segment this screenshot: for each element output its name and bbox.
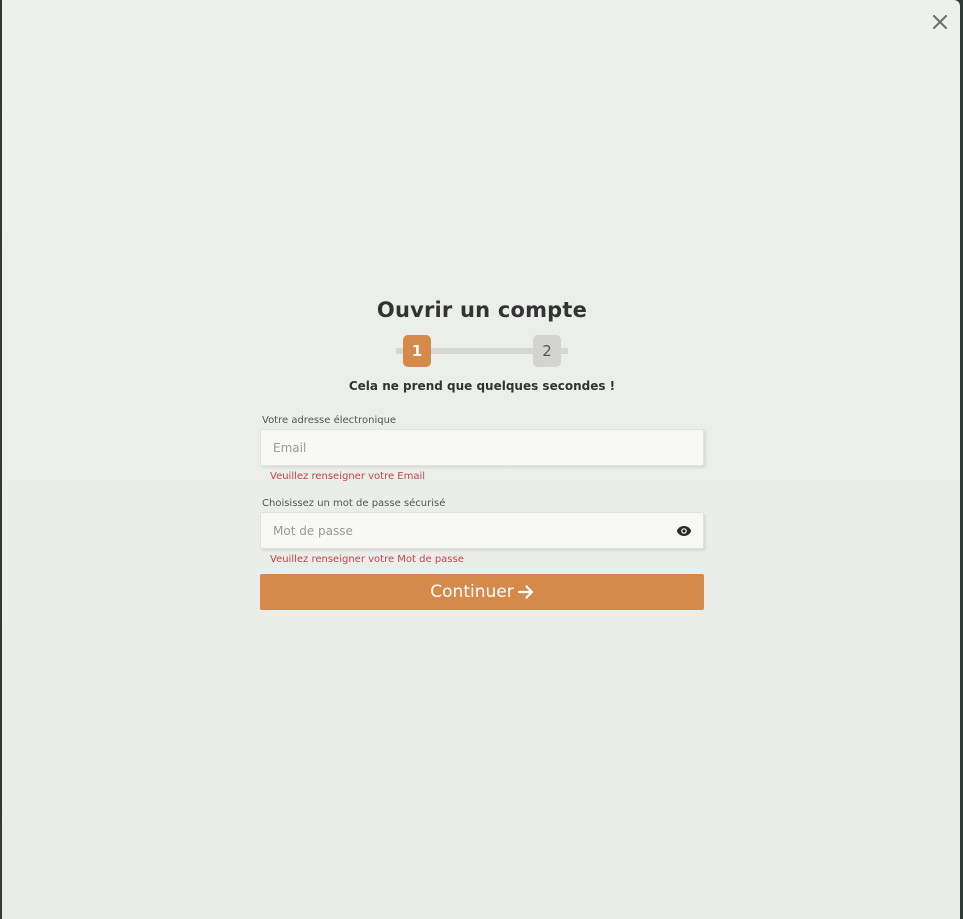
close-icon (933, 15, 947, 29)
step-1: 1 (403, 335, 431, 367)
signup-form: Ouvrir un compte 1 2 Cela ne prend que q… (260, 298, 704, 610)
password-field-wrapper (260, 512, 704, 549)
password-field[interactable] (261, 513, 703, 548)
email-field[interactable] (261, 430, 703, 465)
stepper: 1 2 (382, 335, 582, 367)
email-error: Veuillez renseigner votre Email (270, 471, 426, 482)
continue-button[interactable]: Continuer (260, 574, 704, 610)
step-2: 2 (533, 335, 561, 367)
email-field-wrapper (260, 429, 704, 466)
signup-modal: Ouvrir un compte 1 2 Cela ne prend que q… (2, 0, 960, 919)
close-button[interactable] (928, 10, 952, 34)
email-label: Votre adresse électronique (262, 415, 397, 426)
toggle-password-button[interactable] (675, 523, 693, 539)
eye-icon (676, 526, 692, 536)
password-label: Choisissez un mot de passe sécurisé (262, 498, 446, 509)
arrow-right-icon (517, 585, 533, 599)
subtitle: Cela ne prend que quelques secondes ! (348, 379, 616, 393)
page-title: Ouvrir un compte (376, 298, 588, 322)
password-error: Veuillez renseigner votre Mot de passe (270, 554, 464, 565)
continue-button-label: Continuer (430, 582, 514, 602)
